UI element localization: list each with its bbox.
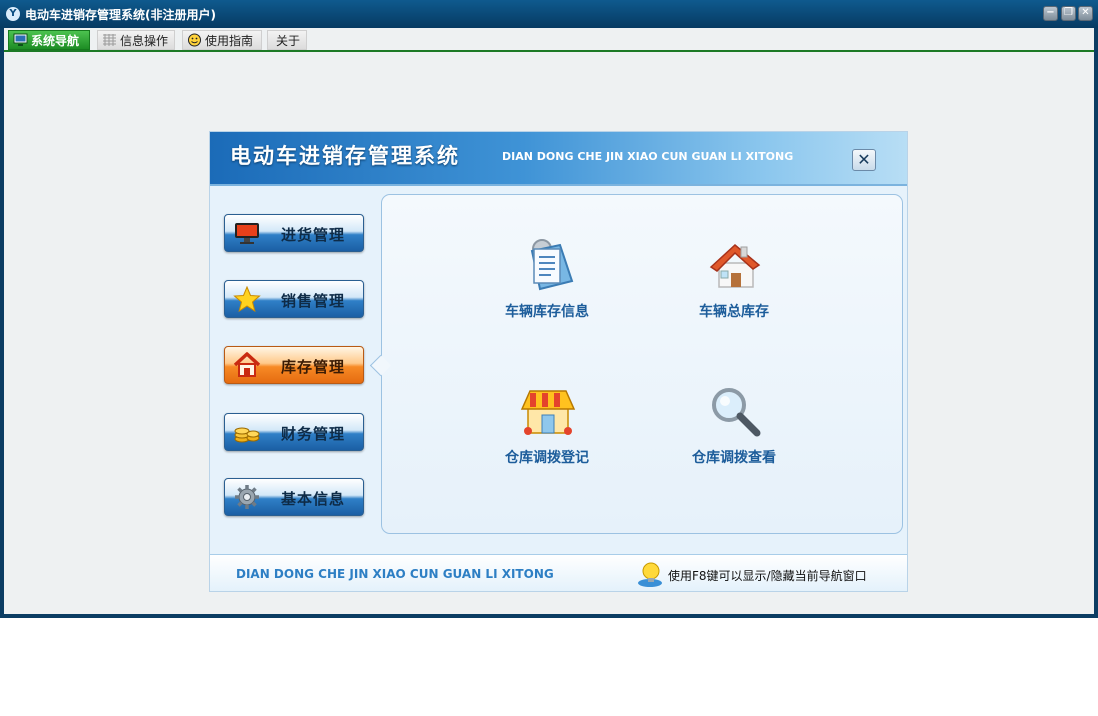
minimize-button[interactable]: − — [1043, 6, 1058, 21]
nav-footer: DIAN DONG CHE JIN XIAO CUN GUAN LI XITON… — [210, 554, 907, 591]
document-list-icon — [530, 239, 574, 291]
item-label: 车辆总库存 — [699, 304, 769, 320]
magnifier-icon — [712, 388, 761, 437]
nav-subtitle: DIAN DONG CHE JIN XIAO CUN GUAN LI XITON… — [502, 150, 794, 163]
item-label: 车辆库存信息 — [505, 304, 589, 320]
menu-purchase[interactable]: 进货管理 — [224, 214, 364, 252]
menu-label: 财务管理 — [281, 425, 346, 443]
app-window: Y 电动车进销存管理系统(非注册用户) − ❐ ✕ 系统导航 信息操作 使用指南… — [0, 0, 1098, 618]
tab-label: 关于 — [276, 34, 301, 48]
app-logo-icon: Y — [6, 7, 20, 21]
monitor-icon — [13, 33, 28, 46]
item-label: 仓库调拨登记 — [505, 450, 589, 466]
item-warehouse-transfer-view[interactable]: 仓库调拨查看 — [669, 381, 799, 477]
tab-info-ops[interactable]: 信息操作 — [97, 30, 175, 50]
nav-banner: 电动车进销存管理系统 DIAN DONG CHE JIN XIAO CUN GU… — [210, 132, 907, 186]
nav-close-button[interactable]: ✕ — [852, 149, 876, 171]
tab-user-guide[interactable]: 使用指南 — [182, 30, 262, 50]
close-window-button[interactable]: ✕ — [1078, 6, 1093, 21]
restore-button[interactable]: ❐ — [1061, 6, 1076, 21]
shop-icon — [520, 390, 576, 435]
menu-finance[interactable]: 财务管理 — [224, 413, 364, 451]
tab-system-nav[interactable]: 系统导航 — [8, 30, 90, 50]
nav-title: 电动车进销存管理系统 — [230, 144, 460, 168]
tab-label: 信息操作 — [120, 34, 169, 48]
menu-sales[interactable]: 销售管理 — [224, 280, 364, 318]
submenu-panel: 车辆库存信息 车辆总库存 仓库调拨登记 仓库调拨查看 — [381, 194, 903, 534]
item-vehicle-stock-info[interactable]: 车辆库存信息 — [482, 235, 612, 331]
menu-basic-info[interactable]: 基本信息 — [224, 478, 364, 516]
client-area: 系统导航 信息操作 使用指南 关于 电动车进销存管理系统 DIAN DONG C… — [4, 28, 1094, 614]
footer-subtitle: DIAN DONG CHE JIN XIAO CUN GUAN LI XITON… — [236, 567, 554, 581]
tab-label: 系统导航 — [31, 34, 80, 48]
title-bar[interactable]: Y 电动车进销存管理系统(非注册用户) − ❐ ✕ — [0, 0, 1098, 28]
grid-icon — [103, 34, 116, 46]
smile-icon — [188, 33, 201, 47]
menu-label: 进货管理 — [281, 226, 346, 244]
house-icon — [709, 244, 761, 288]
navigation-panel: 电动车进销存管理系统 DIAN DONG CHE JIN XIAO CUN GU… — [209, 131, 908, 592]
item-label: 仓库调拨查看 — [692, 450, 776, 466]
tab-about[interactable]: 关于 — [267, 30, 307, 50]
monitor-icon — [235, 223, 259, 244]
gear-icon — [235, 485, 259, 509]
menu-inventory[interactable]: 库存管理 — [224, 346, 364, 384]
star-icon — [233, 286, 261, 312]
menu-label: 销售管理 — [281, 292, 346, 310]
item-warehouse-transfer-register[interactable]: 仓库调拨登记 — [482, 381, 612, 477]
tab-bar: 系统导航 信息操作 使用指南 关于 — [4, 28, 1094, 52]
item-vehicle-total-stock[interactable]: 车辆总库存 — [669, 235, 799, 331]
menu-label: 库存管理 — [281, 358, 346, 376]
menu-label: 基本信息 — [281, 490, 346, 508]
lightbulb-icon — [638, 562, 662, 587]
coins-icon — [234, 427, 260, 443]
window-title: 电动车进销存管理系统(非注册用户) — [25, 8, 216, 22]
home-icon — [233, 352, 261, 377]
tab-label: 使用指南 — [205, 34, 254, 48]
hint-text: 使用F8键可以显示/隐藏当前导航窗口 — [668, 569, 867, 583]
